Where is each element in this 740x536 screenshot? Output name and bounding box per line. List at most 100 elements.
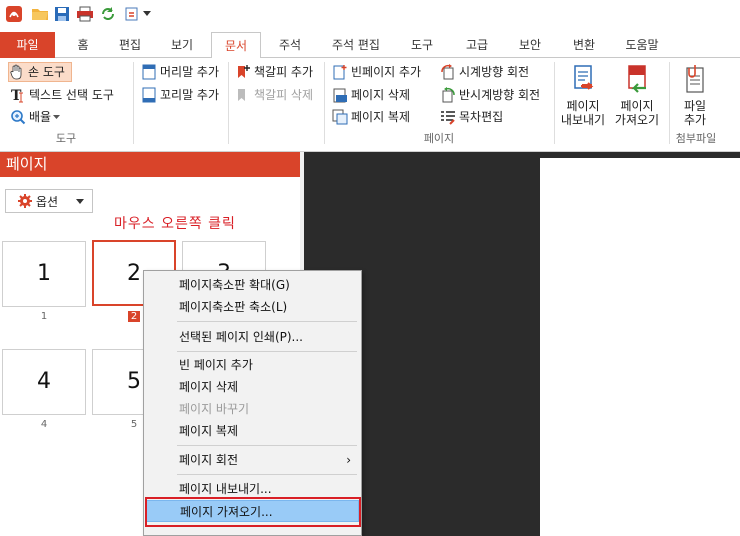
menu-separator — [177, 474, 357, 475]
quick-access-toolbar — [0, 0, 740, 30]
toc-edit-icon — [440, 109, 456, 125]
menu-item-page-rotate-label: 페이지 회전 — [179, 453, 239, 467]
page-copy-label: 페이지 복제 — [351, 110, 411, 124]
text-select-tool-button[interactable]: T 텍스트 선택 도구 — [10, 85, 114, 105]
rotate-cw-label: 시계방향 회전 — [459, 65, 530, 79]
tab-security[interactable]: 보안 — [508, 32, 552, 58]
tab-advanced[interactable]: 고급 — [455, 32, 499, 58]
tab-tools[interactable]: 도구 — [400, 32, 444, 58]
group-label-tools: 도구 — [55, 132, 77, 145]
toc-edit-button[interactable]: 목차편집 — [440, 107, 503, 127]
menu-tab-bar: 파일 홈 편집 보기 문서 주석 주석 편집 도구 고급 보안 변환 도움말 — [0, 30, 740, 59]
options-button[interactable]: 옵션 — [5, 189, 93, 213]
ribbon: 손 도구 T 텍스트 선택 도구 배율 도구 머리말 추가 꼬리말 추가 책갈피… — [0, 58, 740, 152]
page-delete-label: 페이지 삭제 — [351, 88, 411, 102]
document-viewer[interactable] — [304, 152, 740, 536]
footer-add-button[interactable]: 꼬리말 추가 — [141, 85, 219, 105]
page-copy-icon — [332, 109, 348, 125]
tab-document[interactable]: 문서 — [211, 32, 261, 59]
tab-file[interactable]: 파일 — [0, 32, 55, 58]
text-select-icon: T — [10, 87, 26, 103]
page-export-button[interactable]: 페이지 내보내기 — [558, 64, 608, 127]
text-select-label: 텍스트 선택 도구 — [29, 88, 114, 102]
dropdown-icon[interactable] — [140, 4, 154, 24]
bookmark-add-button[interactable]: 책갈피 추가 — [235, 62, 313, 82]
blank-page-add-button[interactable]: 빈페이지 추가 — [332, 62, 421, 82]
menu-item-blank-page-add[interactable]: 빈 페이지 추가 — [146, 354, 359, 376]
menu-separator — [177, 445, 357, 446]
rotate-ccw-label: 반시계방향 회전 — [459, 88, 541, 102]
bookmark-delete-label: 책갈피 삭제 — [254, 88, 314, 102]
zoom-dropdown-icon — [53, 114, 61, 119]
file-attach-label-1: 파일 — [683, 99, 707, 113]
rotate-ccw-button[interactable]: 반시계방향 회전 — [440, 85, 540, 105]
zoom-icon — [10, 109, 26, 125]
page-export-label-2: 내보내기 — [560, 113, 606, 127]
header-icon — [141, 64, 157, 80]
menu-item-thumb-shrink[interactable]: 페이지축소판 축소(L) — [146, 296, 359, 318]
right-click-annotation: 마우스 오른쪽 클릭 — [114, 216, 236, 232]
page-import-icon — [622, 64, 652, 96]
menu-item-thumb-enlarge[interactable]: 페이지축소판 확대(G) — [146, 274, 359, 296]
tab-help[interactable]: 도움말 — [614, 32, 670, 58]
page-import-button[interactable]: 페이지 가져오기 — [610, 64, 664, 127]
page-thumbnail-1[interactable]: 1 — [2, 241, 86, 307]
menu-item-page-delete[interactable]: 페이지 삭제 — [146, 376, 359, 398]
app-logo-icon[interactable] — [4, 4, 24, 24]
page-delete-icon — [332, 87, 348, 103]
tab-edit[interactable]: 편집 — [110, 32, 150, 58]
tab-view[interactable]: 보기 — [162, 32, 202, 58]
rotate-cw-icon — [440, 64, 456, 80]
submenu-arrow-icon: › — [346, 453, 351, 467]
group-label-page: 페이지 — [423, 132, 455, 145]
toc-edit-label: 목차편집 — [459, 110, 504, 124]
rotate-cw-button[interactable]: 시계방향 회전 — [440, 62, 529, 82]
document-page[interactable] — [540, 158, 740, 536]
highlight-frame — [145, 497, 361, 527]
menu-item-page-replace[interactable]: 페이지 바꾸기 — [146, 398, 359, 420]
bookmark-delete-icon — [235, 87, 251, 103]
options-dropdown-icon — [76, 199, 84, 204]
attach-file-icon — [680, 64, 710, 96]
open-folder-icon[interactable] — [30, 4, 50, 24]
ribbon-separator — [554, 62, 555, 144]
page-number-1: 1 — [40, 311, 48, 322]
ribbon-separator — [228, 62, 229, 144]
page-number-4: 4 — [40, 419, 48, 430]
footer-add-label: 꼬리말 추가 — [160, 88, 220, 102]
tab-convert[interactable]: 변환 — [562, 32, 606, 58]
hand-tool-button[interactable]: 손 도구 — [8, 62, 72, 82]
zoom-label: 배율 — [29, 110, 52, 124]
zoom-button[interactable]: 배율 — [10, 107, 61, 127]
group-label-attachment: 첨부파일 — [675, 132, 717, 145]
file-attach-label-2: 추가 — [683, 113, 707, 127]
page-import-label-2: 가져오기 — [614, 113, 660, 127]
menu-item-print-selected[interactable]: 선택된 페이지 인쇄(P)... — [146, 326, 359, 348]
save-icon[interactable] — [52, 4, 72, 24]
page-export-label-1: 페이지 — [566, 99, 600, 113]
svg-text:T: T — [11, 88, 22, 103]
header-add-button[interactable]: 머리말 추가 — [141, 62, 219, 82]
options-label: 옵션 — [36, 194, 59, 209]
rotate-ccw-icon — [440, 87, 456, 103]
menu-item-page-rotate[interactable]: 페이지 회전 › — [146, 449, 359, 471]
panel-title: 페이지 — [0, 152, 300, 177]
page-delete-button[interactable]: 페이지 삭제 — [332, 85, 410, 105]
refresh-icon[interactable] — [98, 4, 118, 24]
bookmark-delete-button[interactable]: 책갈피 삭제 — [235, 85, 313, 105]
tab-home[interactable]: 홈 — [66, 32, 100, 58]
page-import-label-1: 페이지 — [620, 99, 654, 113]
tab-annotation-edit[interactable]: 주석 편집 — [322, 32, 390, 58]
blank-page-add-label: 빈페이지 추가 — [351, 65, 422, 79]
print-icon[interactable] — [75, 4, 95, 24]
file-attach-button[interactable]: 파일 추가 — [673, 64, 717, 127]
menu-separator — [177, 321, 357, 322]
page-export-icon — [568, 64, 598, 96]
page-thumbnail-4[interactable]: 4 — [2, 349, 86, 415]
menu-item-page-copy[interactable]: 페이지 복제 — [146, 420, 359, 442]
tab-annotation[interactable]: 주석 — [270, 32, 310, 58]
blank-page-icon — [332, 64, 348, 80]
page-copy-button[interactable]: 페이지 복제 — [332, 107, 410, 127]
insert-page-icon[interactable] — [122, 4, 142, 24]
menu-separator — [177, 351, 357, 352]
